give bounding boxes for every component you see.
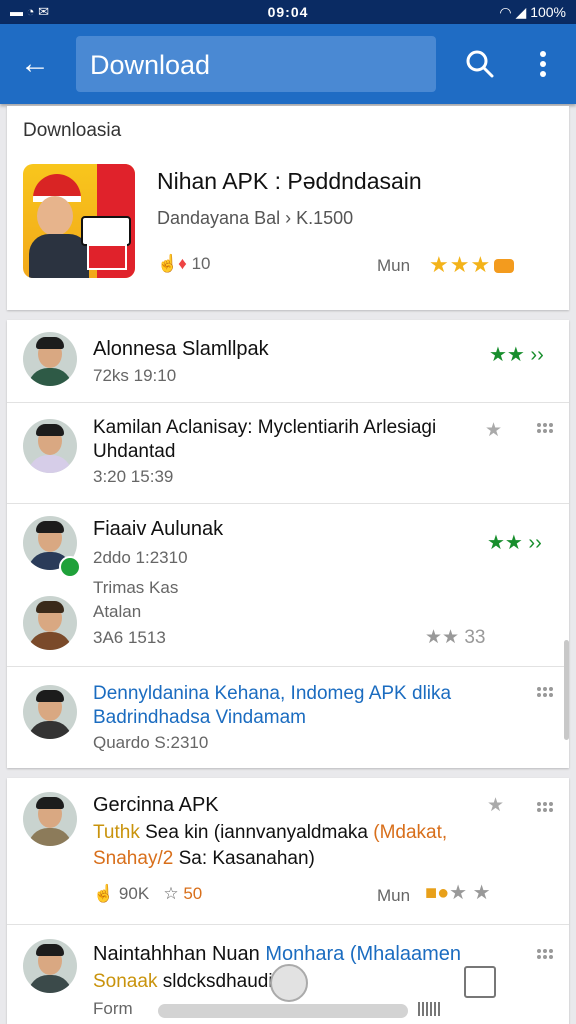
featured-rating-stars: ★★★ — [429, 252, 515, 278]
search-query: Download — [90, 50, 211, 80]
back-arrow-icon[interactable]: ← — [20, 46, 50, 82]
featured-card[interactable]: Downloasia Nihan APK : Pəddndasain Danda… — [7, 106, 569, 414]
section-title: Downloasia — [23, 120, 122, 141]
recents-button[interactable] — [464, 966, 496, 998]
thumbs-up-icon: ☝ — [93, 884, 115, 903]
more-label: Mun — [377, 886, 411, 905]
app-bar: ← Download — [0, 24, 576, 104]
system-nav-bar — [0, 956, 576, 1024]
online-badge — [59, 556, 81, 578]
rating-stars: ■●★ ★ — [425, 882, 491, 904]
drag-handle-icon[interactable] — [537, 687, 555, 699]
list-item-name: Kamilan Aclanisay: Myclentiarih Arlesiag… — [93, 417, 437, 438]
status-time: 09:04 — [267, 4, 309, 20]
orange-badge — [494, 259, 515, 274]
star-icon[interactable]: ★ — [487, 794, 504, 817]
signal-icon: ◢ — [515, 4, 527, 20]
list-item-name-2: Badrindhadsa Vindamam — [93, 707, 307, 728]
list-item[interactable]: Gercinna APK Tuthk Sea kin (iannvanyaldm… — [7, 778, 569, 924]
menu-bars-icon[interactable] — [418, 1002, 440, 1016]
featured-subtitle: Dandayana Bal › K.1500 — [157, 208, 354, 228]
featured-stat-value: 10 — [191, 254, 211, 273]
list-item[interactable]: Kamilan Aclanisay: Myclentiarih Arlesiag… — [7, 403, 569, 503]
fire-icon: ♦ — [178, 254, 187, 273]
list-item-name: Dennyldanina Kehana, Indomeg APK dlika — [93, 683, 452, 704]
star-icon[interactable]: ★ — [485, 419, 502, 442]
avatar — [23, 685, 77, 739]
list-item-name-2: Uhdantad — [93, 441, 176, 462]
rating-stars: ★★ ›› — [487, 532, 542, 554]
results-list: Alonnesa Slamllpak 72ks 19:10 ★★ ›› Kami… — [7, 320, 569, 768]
list-item-line-2: Tuthk Sea kin (iannvanyaldmaka (Mdakat, — [93, 822, 448, 843]
list-item-line-3: Snahay/2 Sa: Kasanahan) — [93, 848, 315, 869]
avatar — [23, 792, 77, 846]
status-bar: ▬ ◔ ✉ 09:04 ◠ ◢ 100% — [0, 0, 576, 24]
list-item-stats: Quardo S:2310 — [93, 733, 209, 752]
drag-handle-icon[interactable] — [537, 802, 555, 814]
list-item-name: Fiaaiv Aulunak — [93, 518, 224, 540]
home-button[interactable] — [270, 964, 308, 1002]
rating-stars: ★★ 33 — [425, 627, 486, 648]
star-outline-icon: ☆ — [163, 884, 179, 903]
avatar — [23, 419, 77, 473]
list-item-stats: 2ddo 1:2310 — [93, 548, 188, 567]
list-item-stats: 3A6 1513 — [93, 628, 166, 647]
avatar — [23, 596, 77, 650]
more-vert-icon[interactable] — [536, 50, 550, 78]
list-item-name: Alonnesa Slamllpak — [93, 338, 269, 360]
list-item[interactable]: Dennyldanina Kehana, Indomeg APK dlika B… — [7, 667, 569, 767]
list-item[interactable]: Alonnesa Slamllpak 72ks 19:10 ★★ ›› — [7, 320, 569, 402]
battery-label: 100% — [530, 4, 566, 20]
rating-stars: ★★ ›› — [489, 344, 544, 366]
list-item-subtitle: Trimas Kas — [93, 578, 179, 597]
list-item[interactable]: Fiaaiv Aulunak 2ddo 1:2310 Trimas Kas ★★… — [7, 504, 569, 666]
app-icon[interactable] — [23, 164, 135, 278]
drag-handle-icon[interactable] — [537, 423, 555, 435]
featured-more-label: Mun — [377, 256, 411, 275]
list-item-stats: 3:20 15:39 — [93, 467, 174, 486]
rating-value: 33 — [464, 627, 486, 648]
scrollbar[interactable] — [564, 640, 569, 740]
list-item-stats: 72ks 19:10 — [93, 366, 177, 385]
gesture-pill[interactable] — [158, 1004, 408, 1018]
list-item-name: Atalan — [93, 602, 142, 621]
wifi-icon: ◠ — [499, 4, 512, 20]
search-input[interactable]: Download — [76, 36, 436, 92]
avatar — [23, 332, 77, 386]
featured-title: Nihan APK : Pəddndasain — [157, 168, 422, 194]
list-item-stats: ☝ 90K ☆ 50 — [93, 884, 203, 903]
list-item-name: Gercinna APK — [93, 794, 219, 816]
search-icon[interactable] — [466, 50, 494, 78]
thumbs-up-icon: ☝ — [157, 254, 179, 273]
featured-stats: ☝♦ 10 — [157, 254, 211, 274]
status-right: ◠ ◢ 100% — [499, 4, 566, 21]
